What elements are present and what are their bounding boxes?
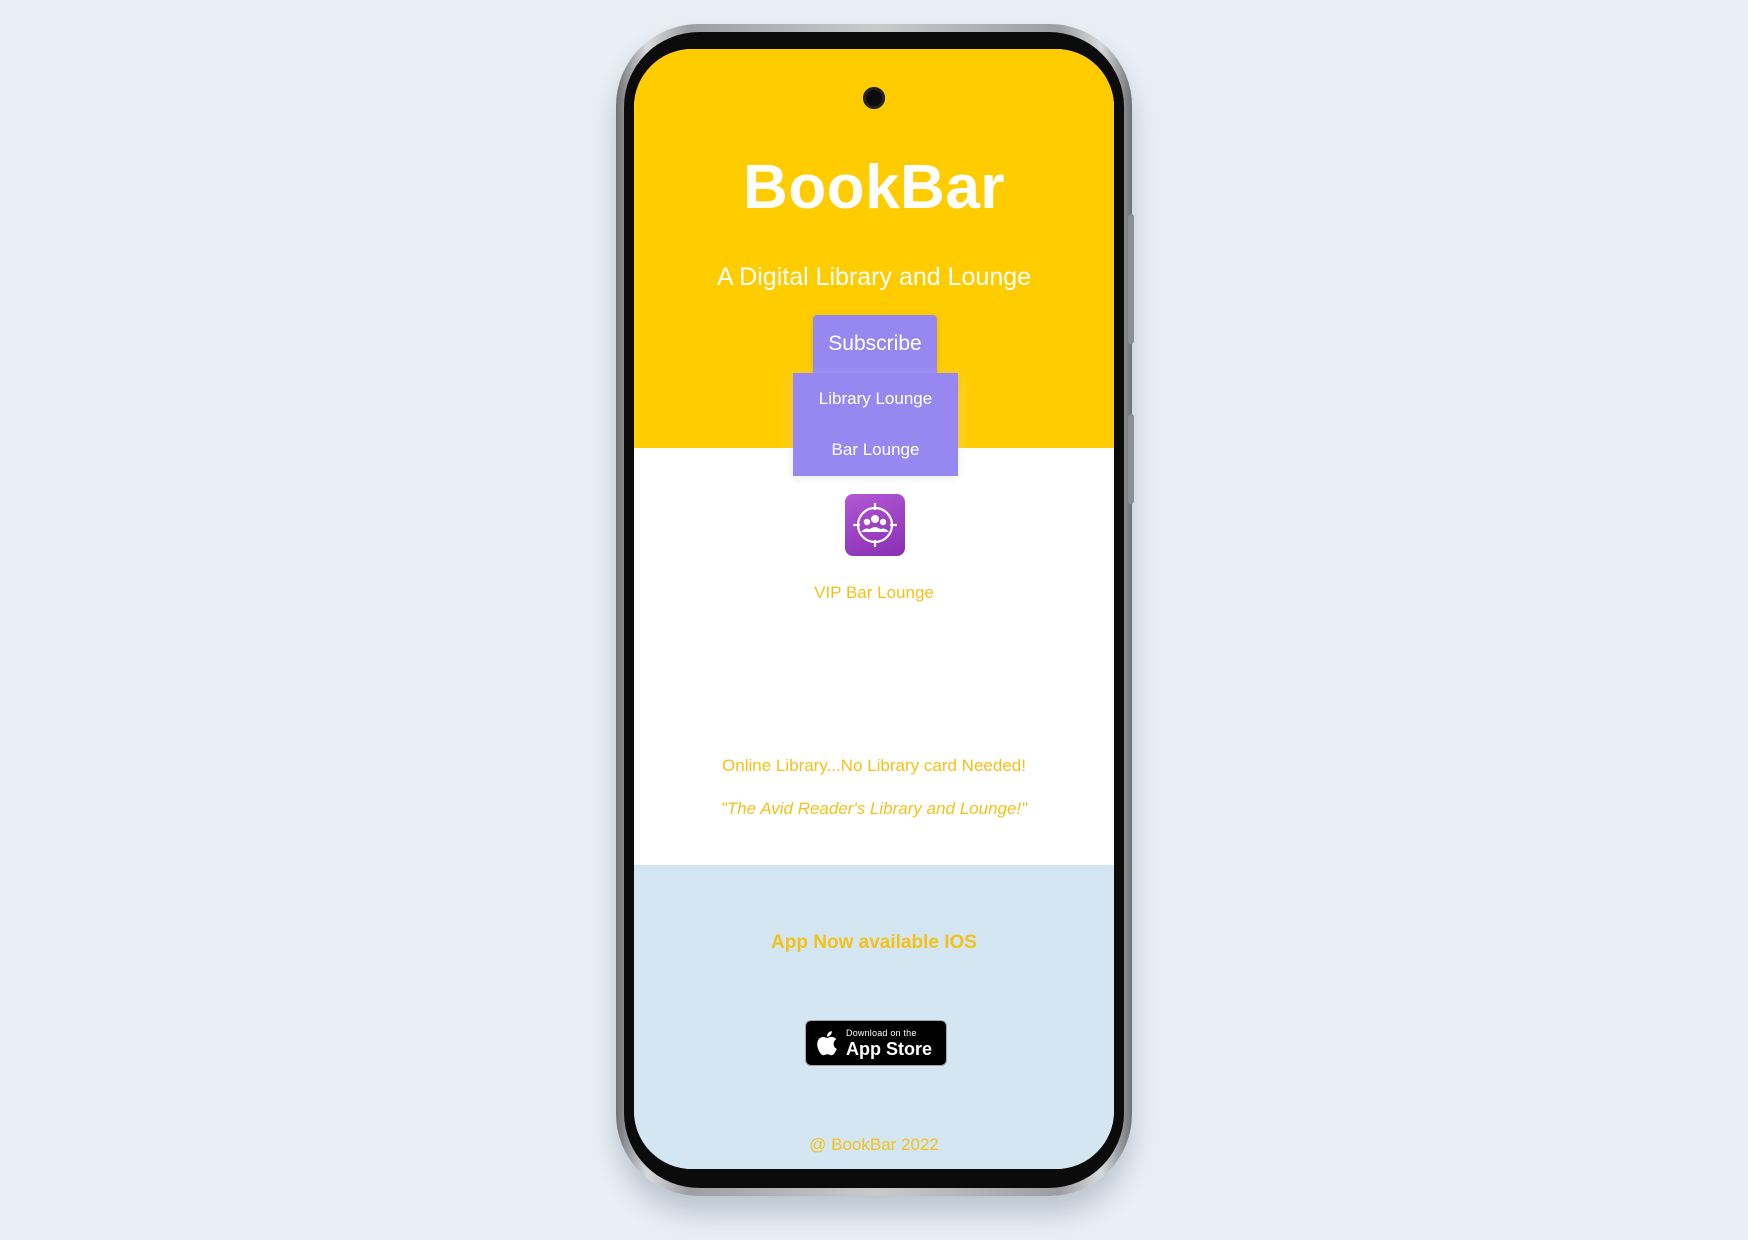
app-store-small-text: Download on the	[846, 1027, 917, 1038]
vip-bar-lounge-link[interactable]: VIP Bar Lounge	[634, 583, 1114, 603]
front-camera	[863, 87, 885, 109]
online-library-text: Online Library...No Library card Needed!	[722, 756, 1026, 775]
subscribe-button[interactable]: Subscribe	[813, 315, 937, 373]
phone-frame: BookBar A Digital Library and Lounge Sub…	[616, 24, 1134, 1196]
stage: BookBar A Digital Library and Lounge Sub…	[0, 0, 1748, 1240]
app-store-text: Download on the App Store	[846, 1027, 933, 1059]
app-store-big-text: App Store	[846, 1038, 933, 1059]
apple-icon	[806, 1020, 846, 1066]
phone-side-button	[1128, 414, 1134, 504]
footer-section: App Now available IOS Download on the Ap…	[634, 865, 1114, 1169]
page-title: BookBar	[743, 153, 1005, 222]
app-availability-heading: App Now available IOS	[771, 932, 977, 953]
phone-side-button	[1128, 214, 1134, 344]
tagline: A Digital Library and Lounge	[716, 263, 1032, 291]
tagline-quote: "The Avid Reader's Library and Lounge!"	[720, 799, 1028, 818]
menu-item-library-lounge[interactable]: Library Lounge	[793, 373, 958, 424]
group-target-icon-graphic	[853, 503, 897, 547]
copyright-text: @ BookBar 2022	[809, 1135, 939, 1154]
group-target-icon[interactable]	[845, 494, 905, 556]
menu-item-bar-lounge[interactable]: Bar Lounge	[793, 424, 958, 475]
app-store-badge[interactable]: Download on the App Store	[805, 1020, 947, 1066]
phone-screen: BookBar A Digital Library and Lounge Sub…	[634, 49, 1114, 1169]
subscribe-dropdown-menu: Library Lounge Bar Lounge	[793, 373, 958, 476]
